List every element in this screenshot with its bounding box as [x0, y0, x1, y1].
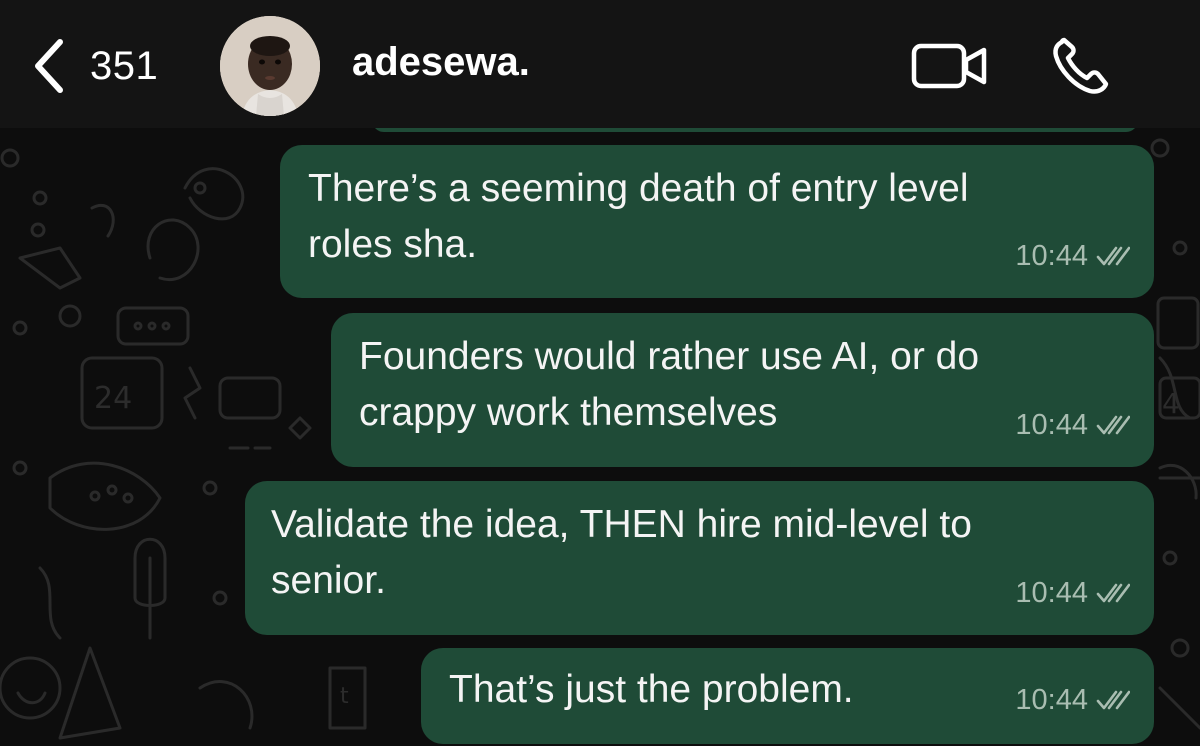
- svg-text:4: 4: [1162, 387, 1180, 420]
- message-time: 10:44: [1015, 409, 1088, 441]
- message-bubble-outgoing[interactable]: Validate the idea, THEN hire mid-level t…: [245, 481, 1154, 635]
- double-check-icon: [1096, 690, 1130, 710]
- message-text: Founders would rather use AI, or do crap…: [359, 335, 980, 434]
- back-button[interactable]: 351: [30, 30, 158, 102]
- message-list[interactable]: 24 t 4 There’s a seeming death of entry …: [0, 128, 1200, 746]
- phone-icon: [1053, 37, 1109, 94]
- message-bubble-outgoing[interactable]: There’s a seeming death of entry level r…: [280, 145, 1154, 298]
- message-meta: 10:44: [1015, 397, 1130, 453]
- message-meta: 10:44: [1015, 672, 1130, 728]
- voice-call-button[interactable]: [1050, 36, 1114, 96]
- double-check-icon: [1096, 246, 1130, 266]
- message-time: 10:44: [1015, 240, 1088, 272]
- double-check-icon: [1096, 583, 1130, 603]
- video-call-button[interactable]: [910, 38, 990, 94]
- contact-name[interactable]: adesewa.: [352, 40, 530, 85]
- video-camera-icon: [911, 43, 987, 89]
- chat-screen: 351 adesewa. 24 t 4 There’s a seeming de…: [0, 0, 1200, 746]
- message-text: Validate the idea, THEN hire mid-level t…: [271, 503, 972, 602]
- svg-text:24: 24: [94, 381, 132, 416]
- message-text: That’s just the problem.: [449, 668, 854, 711]
- avatar-photo: [220, 16, 320, 116]
- svg-text:t: t: [340, 684, 349, 709]
- message-time: 10:44: [1015, 684, 1088, 716]
- message-meta: 10:44: [1015, 228, 1130, 284]
- chat-header: 351 adesewa.: [0, 0, 1200, 128]
- message-bubble-outgoing[interactable]: Founders would rather use AI, or do crap…: [331, 313, 1154, 467]
- unread-count: 351: [90, 43, 159, 88]
- double-check-icon: [1096, 415, 1130, 435]
- avatar[interactable]: [220, 16, 320, 116]
- message-meta: 10:44: [1015, 565, 1130, 621]
- previous-message-edge: [372, 128, 1138, 132]
- message-bubble-outgoing[interactable]: That’s just the problem. 10:44: [421, 648, 1154, 744]
- message-time: 10:44: [1015, 577, 1088, 609]
- chevron-left-icon: [35, 39, 63, 93]
- message-text: There’s a seeming death of entry level r…: [308, 167, 969, 266]
